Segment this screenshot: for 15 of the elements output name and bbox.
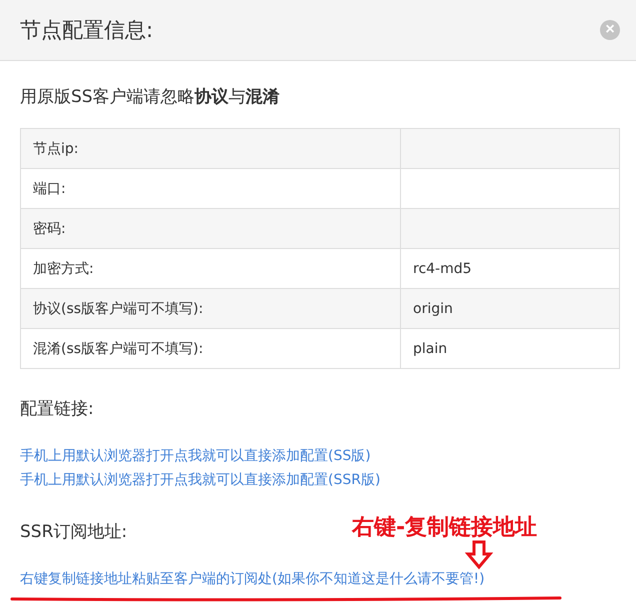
subscription-link[interactable]: 右键复制链接地址粘贴至客户端的订阅处(如果你不知道这是什么请不要管!) bbox=[20, 567, 620, 591]
table-cell: plain bbox=[400, 328, 620, 368]
dialog-title: 节点配置信息: bbox=[20, 17, 154, 44]
annotation-text: 右键-复制链接地址 bbox=[352, 514, 538, 542]
config-link[interactable]: 手机上用默认浏览器打开点我就可以直接添加配置(SS版) bbox=[20, 444, 620, 468]
table-cell: 节点ip: bbox=[20, 128, 400, 168]
notice-text: 用原版SS客户端请忽略协议与混淆 bbox=[20, 86, 281, 108]
down-arrow-icon bbox=[465, 540, 493, 570]
table-cell: origin bbox=[400, 288, 620, 328]
table-cell: 混淆(ss版客户端可不填写): bbox=[20, 328, 400, 368]
section-heading: SSR订阅地址: bbox=[20, 521, 128, 543]
section-heading: 配置链接: bbox=[20, 398, 94, 420]
table-cell: 协议(ss版客户端可不填写): bbox=[20, 288, 400, 328]
config-link[interactable]: 手机上用默认浏览器打开点我就可以直接添加配置(SSR版) bbox=[20, 468, 620, 492]
table-cell: 密码: bbox=[20, 208, 400, 248]
